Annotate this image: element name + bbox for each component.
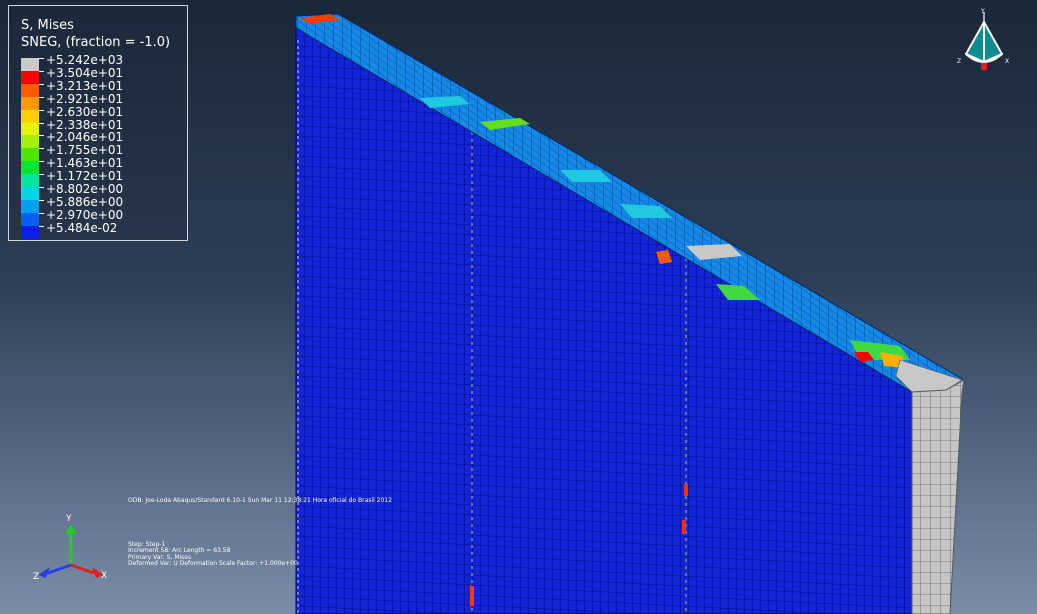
legend-tick (39, 135, 44, 137)
legend-entry: +2.970e+00 (21, 209, 123, 226)
legend-entry: +5.484e-02 (21, 222, 117, 239)
step-info-block: Step: Step-1 Increment 58: Arc Length = … (128, 541, 298, 567)
legend-entry: +3.213e+01 (21, 80, 123, 97)
legend-label: +1.172e+01 (46, 169, 124, 184)
legend-label: +5.886e+00 (46, 194, 124, 209)
legend-entry: +1.755e+01 (21, 144, 123, 162)
legend-swatch (21, 187, 39, 200)
legend-swatch (21, 96, 39, 110)
odb-info-line: ODB: Joe-Loda Abaqus/Standard 6.10-1 Sun… (128, 497, 392, 504)
legend-entry: +2.630e+01 (21, 106, 123, 123)
legend-tick (39, 70, 44, 72)
legend-swatch (21, 70, 39, 84)
legend-swatch (21, 83, 39, 97)
legend-tick (39, 109, 44, 111)
view-triad-x-label: X (1005, 58, 1010, 65)
legend-entry: +1.463e+01 (21, 157, 123, 175)
legend-label: +1.755e+01 (46, 143, 124, 158)
legend-entry: +2.046e+01 (21, 131, 123, 149)
legend-entry: +2.338e+01 (21, 119, 123, 136)
legend-entry: +8.802e+00 (21, 183, 123, 200)
legend-swatch (21, 148, 39, 162)
legend-tick (39, 225, 44, 227)
view-triad-z-label: Z (957, 58, 962, 65)
triad-y-label: Y (66, 514, 72, 524)
legend-tick (39, 174, 44, 176)
legend-label: +2.338e+01 (46, 117, 124, 132)
legend-entry: +2.921e+01 (21, 93, 123, 110)
legend-swatch (21, 199, 39, 213)
legend-swatch (21, 212, 39, 226)
legend-label: +5.242e+03 (46, 53, 124, 67)
triad-x-label: X (101, 571, 108, 581)
legend-tick (39, 96, 44, 98)
deformed-var-line: Deformed Var: U Deformation Scale Factor… (128, 559, 298, 567)
wall-end-face (911, 379, 965, 614)
legend-label: +8.802e+00 (46, 182, 124, 196)
legend-swatch (21, 161, 39, 175)
legend-entry: +1.172e+01 (21, 170, 123, 188)
legend-tick (39, 199, 44, 201)
legend-label: +2.921e+01 (46, 91, 124, 106)
legend-entry: +5.886e+00 (21, 196, 123, 213)
legend-label: +5.484e-02 (46, 220, 118, 235)
legend-swatch (21, 58, 39, 71)
legend-entry: +3.504e+01 (21, 67, 123, 84)
legend-title: S, Mises (21, 18, 74, 33)
legend-subtitle: SNEG, (fraction = -1.0) (21, 35, 171, 50)
view-triad-y-label: Y (981, 8, 985, 15)
legend-tick (39, 187, 44, 188)
legend-label: +2.630e+01 (46, 104, 124, 119)
legend-label: +2.046e+01 (46, 130, 124, 145)
legend-entry: +5.242e+03 (21, 54, 123, 71)
legend-tick (39, 148, 44, 150)
legend-swatch (21, 225, 39, 239)
legend-swatch (21, 122, 39, 136)
view-triad-icon[interactable] (958, 8, 1010, 80)
triad-z-label: Z (33, 572, 40, 582)
legend-tick (39, 83, 44, 85)
legend-tick (39, 58, 44, 59)
legend-label: +1.463e+01 (46, 156, 124, 171)
legend-label: +2.970e+00 (46, 207, 124, 222)
legend-label: +3.213e+01 (46, 78, 124, 93)
legend-tick (39, 122, 44, 124)
legend-label: +3.504e+01 (46, 65, 124, 80)
coordinate-triad (38, 524, 104, 578)
legend-tick (39, 161, 44, 163)
legend-swatch (21, 135, 39, 149)
stress-legend: S, Mises SNEG, (fraction = -1.0) +5.242e… (8, 5, 188, 241)
legend-swatch (21, 174, 39, 188)
legend-tick (39, 212, 44, 214)
legend-swatch (21, 109, 39, 123)
